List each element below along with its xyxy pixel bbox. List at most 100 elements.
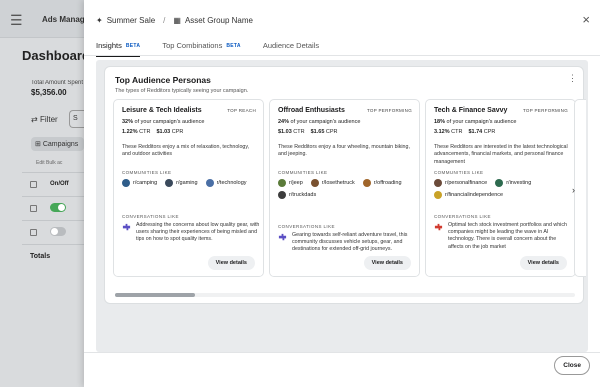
row-toggle-off[interactable]: [50, 227, 66, 236]
select-all-checkbox[interactable]: [30, 181, 37, 188]
row-toggle-on[interactable]: [50, 203, 66, 212]
community-chip[interactable]: r/investing: [495, 179, 531, 187]
communities-label: COMMUNITIES LIKE: [278, 170, 328, 175]
tab-audience-details-label: Audience Details: [262, 41, 320, 50]
more-options-icon[interactable]: ⋮: [568, 73, 577, 84]
view-details-button[interactable]: View details: [207, 256, 255, 270]
page-title: Dashboard: [22, 48, 84, 63]
filter-icon: ⇄: [31, 115, 38, 124]
table-actions: Edit Bulk ac: [36, 160, 63, 166]
persona-tag: TOP PERFORMING: [366, 108, 412, 113]
conversation-item: Gearing towards self-reliant adventure t…: [278, 232, 416, 254]
breadcrumb-separator: /: [163, 16, 166, 25]
beta-badge: BETA: [226, 42, 241, 49]
chevron-right-icon[interactable]: ›: [572, 185, 575, 195]
community-chip[interactable]: r/camping: [122, 179, 157, 187]
community-name: r/truckdads: [289, 192, 317, 198]
section-title: Top Audience Personas: [115, 75, 211, 85]
tab-campaigns[interactable]: ⊞ Campaigns: [31, 137, 84, 151]
persona-card: Tech & Finance Savvy TOP PERFORMING 18% …: [425, 99, 576, 277]
community-avatar-icon: [362, 179, 371, 187]
share-percent: 24%: [278, 119, 290, 125]
community-avatar-icon: [434, 179, 442, 187]
totals-label: Totals: [30, 253, 51, 260]
cpr-label: CPR: [171, 129, 184, 135]
community-avatar-icon: [310, 179, 319, 187]
persona-name: Leisure & Tech Idealists: [122, 107, 202, 114]
communities-label: COMMUNITIES LIKE: [434, 170, 484, 175]
beta-badge: BETA: [125, 42, 141, 49]
community-chip[interactable]: r/offroading: [362, 179, 402, 187]
tab-insights-label: Insights: [96, 41, 122, 50]
grid-icon: ▦: [173, 16, 181, 25]
conversation-item: Optimal tech stock investment portfolios…: [434, 222, 572, 251]
horizontal-scrollbar[interactable]: [115, 293, 575, 297]
share-percent: 32%: [122, 119, 134, 125]
community-list: r/camping r/gaming r/technology: [122, 179, 260, 187]
share-percent: 18%: [434, 119, 446, 125]
breadcrumb-campaign[interactable]: Summer Sale: [107, 16, 155, 25]
close-button[interactable]: Close: [554, 356, 590, 375]
conversation-text: Gearing towards self-reliant adventure t…: [292, 232, 408, 253]
community-chip[interactable]: r/personalfinance: [434, 179, 487, 187]
community-chip[interactable]: r/technology: [205, 179, 247, 187]
campaigns-tab-label: Campaigns: [42, 141, 79, 148]
cpr-label: CPR: [483, 129, 496, 135]
close-icon[interactable]: ×: [582, 12, 590, 27]
conversation-item: Addressing the concerns about low qualit…: [122, 222, 260, 244]
persona-metrics: 1.22% CTR $1.03 CPR: [122, 129, 183, 135]
puzzle-icon: [278, 233, 287, 241]
row-checkbox[interactable]: [30, 205, 37, 212]
community-chip[interactable]: r/jeep: [278, 179, 303, 187]
community-avatar-icon: [122, 179, 130, 187]
ctr-value: 3.12%: [434, 129, 450, 135]
persona-description: These Redditors enjoy a four wheeling, m…: [278, 144, 410, 158]
view-details-button[interactable]: View details: [519, 256, 567, 270]
community-avatar-icon: [495, 179, 504, 187]
view-details-button[interactable]: View details: [363, 256, 411, 270]
app-name: Ads Manager: [42, 15, 84, 24]
cpr-value: $1.65: [310, 129, 325, 135]
persona-tag: TOP PERFORMING: [522, 108, 568, 113]
community-name: r/jeep: [289, 180, 303, 186]
community-chip[interactable]: r/truckdads: [278, 191, 316, 199]
filter-button[interactable]: ⇄ Filter: [31, 115, 58, 124]
filter-select[interactable]: S: [69, 110, 84, 128]
persona-card: Leisure & Tech Idealists TOP REACH 32% o…: [113, 99, 264, 277]
persona-tag: TOP REACH: [227, 108, 256, 113]
table-row: [22, 220, 84, 244]
conversations-label: CONVERSATIONS LIKE: [434, 214, 491, 219]
asset-group-panel: ✦ Summer Sale / ▦ Asset Group Name × Ins…: [84, 0, 600, 387]
share-text: of your campaign's audience: [289, 119, 361, 125]
community-chip[interactable]: r/gaming: [165, 179, 198, 187]
communities-label: COMMUNITIES LIKE: [122, 170, 172, 175]
share-text: of your campaign's audience: [445, 119, 517, 125]
puzzle-icon: [434, 223, 443, 231]
community-avatar-icon: [205, 179, 214, 187]
community-name: r/offroading: [373, 180, 402, 186]
totals-row: Totals: [22, 244, 84, 268]
community-name: r/camping: [133, 180, 158, 186]
conversation-text: Addressing the concerns about low qualit…: [136, 222, 260, 243]
community-list: r/personalfinance r/investing r/financia…: [434, 179, 572, 199]
persona-card: Offroad Enthusiasts TOP PERFORMING 24% o…: [269, 99, 420, 277]
community-chip[interactable]: r/financialindependence: [434, 191, 503, 199]
scrollbar-thumb[interactable]: [115, 293, 195, 297]
community-list: r/jeep r/losethetruck r/offroading r/tru…: [278, 179, 416, 199]
conversation-text: Optimal tech stock investment portfolios…: [448, 222, 567, 250]
community-name: r/technology: [216, 180, 247, 186]
persona-metrics: 3.12% CTR $1.74 CPR: [434, 129, 495, 135]
community-avatar-icon: [278, 179, 286, 187]
community-avatar-icon: [434, 191, 442, 199]
onoff-header: On/Off: [50, 181, 69, 187]
ctr-value: $1.03: [278, 129, 292, 135]
amount-spent-value: $5,356.00: [31, 88, 67, 97]
hamburger-menu-icon[interactable]: ☰: [10, 12, 23, 29]
community-chip[interactable]: r/losethetruck: [310, 179, 355, 187]
insights-content: Top Audience Personas The types of Reddi…: [96, 60, 588, 352]
section-subtitle: The types of Redditors typically seeing …: [115, 88, 249, 94]
row-checkbox[interactable]: [30, 229, 37, 236]
conversations-label: CONVERSATIONS LIKE: [278, 224, 335, 229]
breadcrumb-asset-group: Asset Group Name: [184, 16, 253, 25]
breadcrumb: ✦ Summer Sale / ▦ Asset Group Name: [96, 16, 253, 25]
